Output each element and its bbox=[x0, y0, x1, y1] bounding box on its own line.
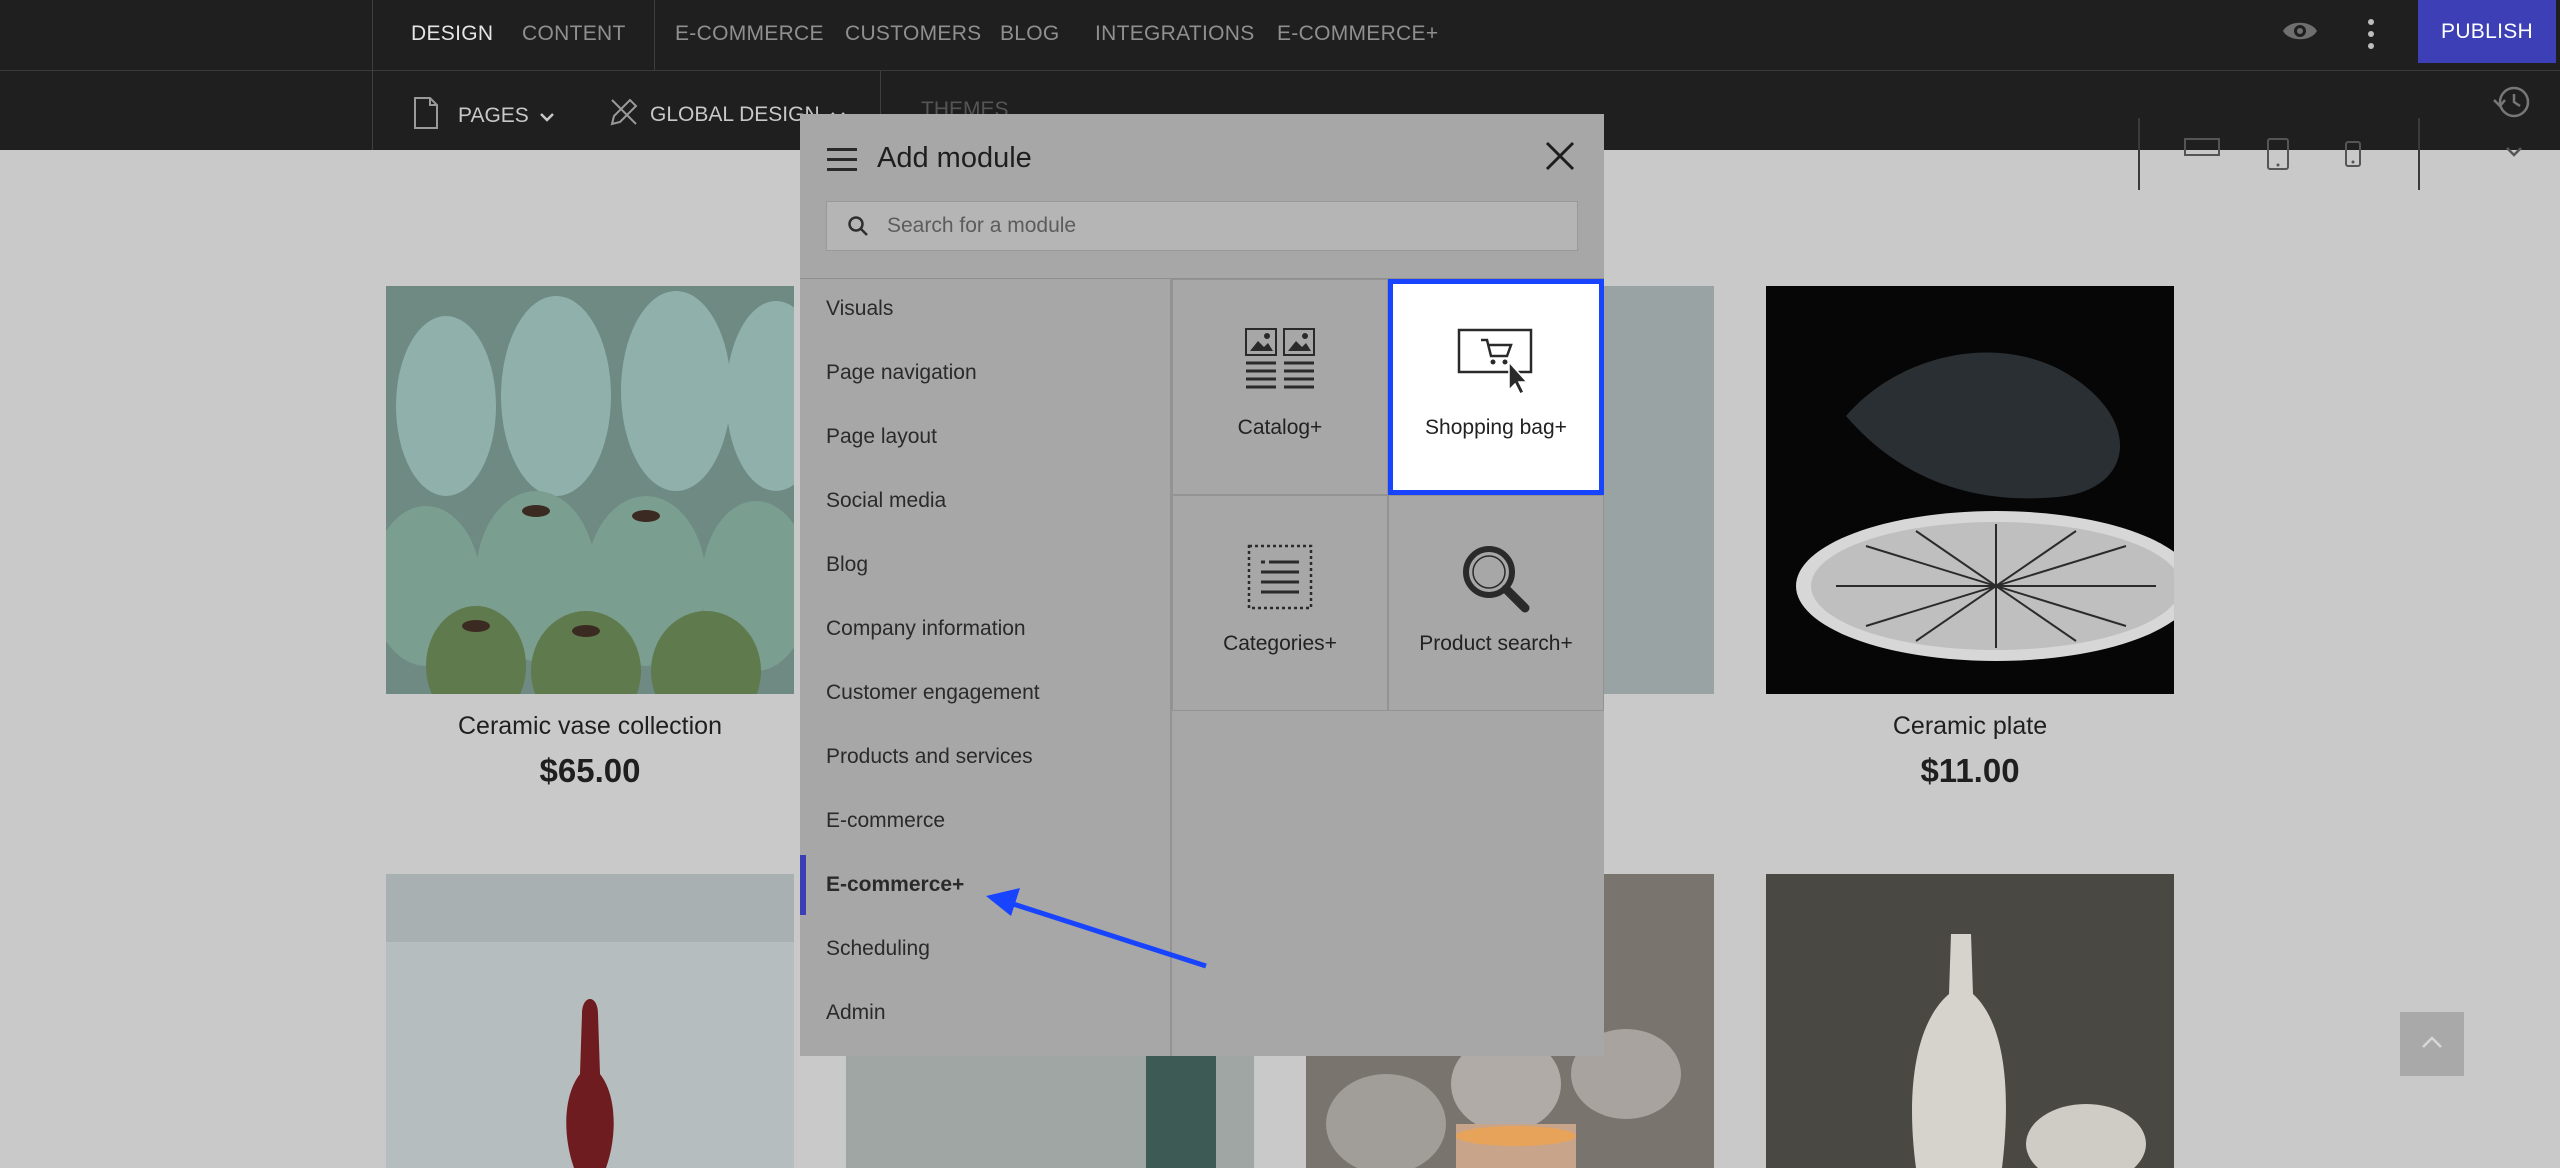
toolbar-divider bbox=[372, 0, 373, 150]
category-page-navigation[interactable]: Page navigation bbox=[800, 343, 1170, 403]
mobile-view-icon[interactable] bbox=[2344, 140, 2362, 173]
product-image[interactable] bbox=[1766, 286, 2174, 694]
menu-blog[interactable]: BLOG bbox=[1000, 22, 1060, 46]
product-title[interactable]: Ceramic plate bbox=[1766, 712, 2174, 741]
preview-eye-icon[interactable] bbox=[2281, 16, 2319, 51]
scroll-to-top-button[interactable] bbox=[2400, 1012, 2464, 1076]
category-products-and-services[interactable]: Products and services bbox=[800, 727, 1170, 787]
category-social-media[interactable]: Social media bbox=[800, 471, 1170, 531]
product-price: $65.00 bbox=[539, 752, 641, 789]
menu-customers[interactable]: CUSTOMERS bbox=[845, 22, 982, 46]
chevron-down-icon[interactable] bbox=[2505, 145, 2523, 163]
module-label: Product search+ bbox=[1419, 632, 1573, 655]
category-scheduling[interactable]: Scheduling bbox=[800, 919, 1170, 979]
catalog-icon bbox=[1245, 328, 1315, 395]
page-icon bbox=[412, 96, 440, 136]
product-image[interactable] bbox=[386, 286, 794, 694]
module-label: Catalog+ bbox=[1237, 416, 1323, 439]
module-catalog-plus[interactable]: Catalog+ bbox=[1172, 279, 1388, 495]
menu-e-commerce-plus[interactable]: E-COMMERCE+ bbox=[1277, 22, 1438, 46]
category-e-commerce-plus[interactable]: E-commerce+ bbox=[800, 855, 1170, 915]
global-design-label: GLOBAL DESIGN bbox=[650, 103, 820, 126]
search-icon bbox=[847, 215, 869, 237]
chevron-up-icon bbox=[2421, 1035, 2443, 1054]
module-shopping-bag-plus[interactable]: Shopping bag+ bbox=[1388, 279, 1604, 495]
module-label: Categories+ bbox=[1223, 632, 1337, 655]
pages-label: PAGES bbox=[458, 104, 529, 127]
category-company-information[interactable]: Company information bbox=[800, 599, 1170, 659]
add-module-dialog: Add module Visuals Page navigation Page … bbox=[800, 114, 1604, 1056]
category-blog[interactable]: Blog bbox=[800, 535, 1170, 595]
chevron-down-icon bbox=[539, 104, 555, 128]
tablet-view-icon[interactable] bbox=[2266, 137, 2290, 176]
module-category-list: Visuals Page navigation Page layout Soci… bbox=[800, 279, 1172, 1056]
module-grid: Catalog+ Shopping bag+ Categories+ Produ… bbox=[1172, 279, 1604, 1056]
category-visuals[interactable]: Visuals bbox=[800, 279, 1170, 339]
module-search bbox=[826, 201, 1578, 251]
dialog-header: Add module bbox=[800, 114, 1604, 278]
category-admin[interactable]: Admin bbox=[800, 983, 1170, 1043]
publish-button[interactable]: PUBLISH bbox=[2418, 0, 2556, 63]
tab-content[interactable]: CONTENT bbox=[522, 22, 626, 46]
history-icon[interactable] bbox=[2492, 84, 2532, 125]
product-image[interactable] bbox=[1766, 874, 2174, 1168]
pages-dropdown[interactable]: PAGES bbox=[412, 96, 555, 136]
module-label: Shopping bag+ bbox=[1425, 416, 1567, 439]
menu-hamburger-icon[interactable] bbox=[827, 147, 857, 178]
category-customer-engagement[interactable]: Customer engagement bbox=[800, 663, 1170, 723]
module-product-search-plus[interactable]: Product search+ bbox=[1388, 495, 1604, 711]
category-page-layout[interactable]: Page layout bbox=[800, 407, 1170, 467]
device-divider bbox=[2138, 118, 2140, 190]
categories-list-icon bbox=[1247, 544, 1313, 615]
design-pencil-icon bbox=[608, 96, 640, 134]
tab-design[interactable]: DESIGN bbox=[411, 22, 493, 46]
shopping-cart-icon bbox=[1457, 328, 1535, 399]
device-divider bbox=[2418, 118, 2420, 190]
product-image[interactable] bbox=[386, 874, 794, 1168]
magnifier-icon bbox=[1461, 544, 1531, 619]
menu-integrations[interactable]: INTEGRATIONS bbox=[1095, 22, 1255, 46]
module-categories-plus[interactable]: Categories+ bbox=[1172, 495, 1388, 711]
product-title[interactable]: Ceramic vase collection bbox=[386, 712, 794, 741]
close-icon[interactable] bbox=[1544, 140, 1576, 177]
category-e-commerce[interactable]: E-commerce bbox=[800, 791, 1170, 851]
desktop-view-icon[interactable] bbox=[2184, 138, 2220, 161]
product-price: $11.00 bbox=[1920, 752, 2020, 789]
dialog-title: Add module bbox=[877, 142, 1032, 174]
menu-e-commerce[interactable]: E-COMMERCE bbox=[675, 22, 824, 46]
more-options-icon[interactable] bbox=[2366, 18, 2376, 55]
search-input[interactable] bbox=[887, 214, 1567, 238]
toolbar-divider bbox=[654, 0, 655, 71]
